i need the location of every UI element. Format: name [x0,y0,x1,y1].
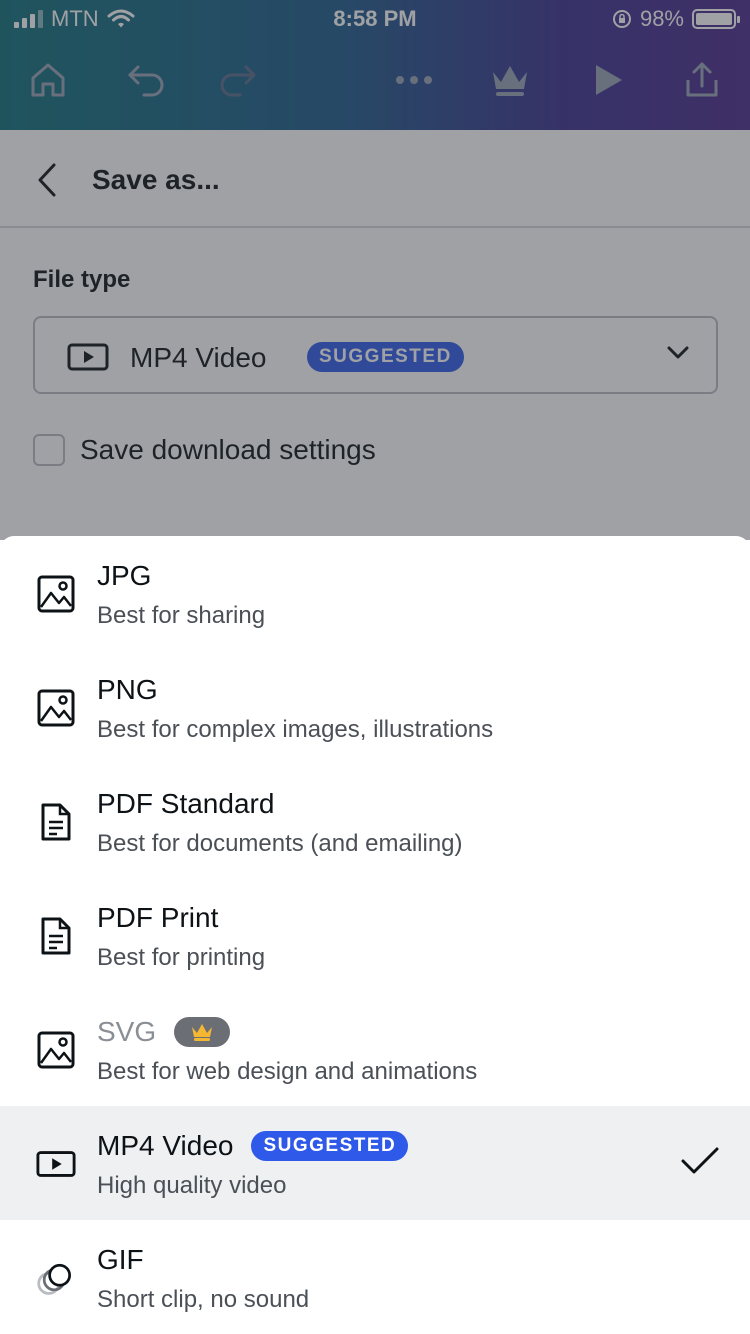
pro-crown-badge [174,1017,231,1047]
dim-overlay[interactable] [0,0,750,540]
option-name: PDF Standard [97,788,275,819]
document-icon [36,916,76,956]
option-description: Best for documents (and emailing) [97,830,463,857]
option-name: SVG [97,1016,231,1048]
checkmark-icon [680,1146,720,1181]
option-description: High quality video [97,1172,287,1199]
option-pdf-print[interactable]: PDF Print Best for printing [0,878,750,992]
option-name: PNG [97,674,158,705]
gif-icon [36,1258,76,1298]
option-description: Best for sharing [97,602,266,629]
video-icon [36,1144,76,1184]
option-pdf-standard[interactable]: PDF Standard Best for documents (and ema… [0,764,750,878]
option-jpg[interactable]: JPG Best for sharing [0,536,750,650]
option-name: JPG [97,560,152,591]
image-icon [36,688,76,728]
option-gif[interactable]: GIF Short clip, no sound [0,1220,750,1334]
option-name: PDF Print [97,902,219,933]
image-icon [36,574,76,614]
option-description: Best for web design and animations [97,1058,478,1085]
file-type-sheet: JPG Best for sharing PNG Best for comple… [0,536,750,1334]
option-mp4-video[interactable]: MP4 Video SUGGESTED High quality video [0,1106,750,1220]
option-name: GIF [97,1244,144,1275]
suggested-badge: SUGGESTED [251,1131,409,1161]
image-icon [36,1030,76,1070]
option-description: Short clip, no sound [97,1286,310,1313]
option-description: Best for complex images, illustrations [97,716,494,743]
crown-icon [192,1024,213,1041]
option-png[interactable]: PNG Best for complex images, illustratio… [0,650,750,764]
option-description: Best for printing [97,944,266,971]
option-svg[interactable]: SVG Best for web design and animations [0,992,750,1106]
option-name: MP4 Video SUGGESTED [97,1130,409,1162]
document-icon [36,802,76,842]
